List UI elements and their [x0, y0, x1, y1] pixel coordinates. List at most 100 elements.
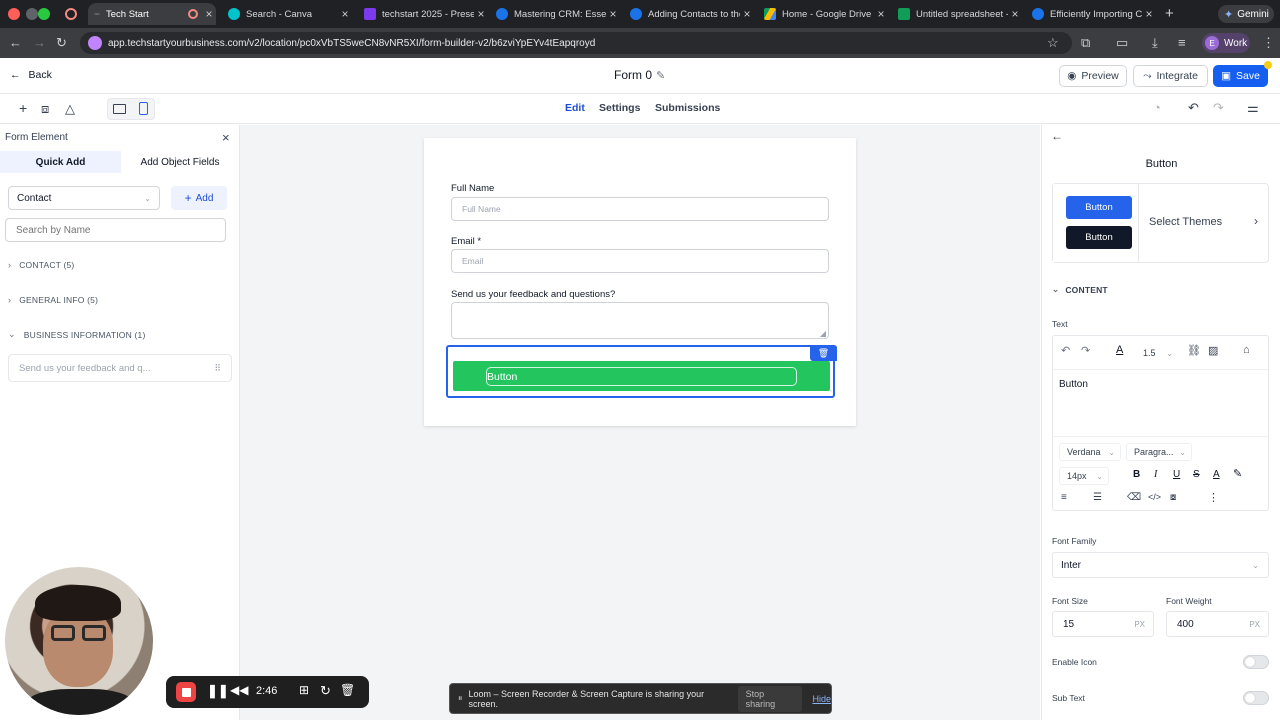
line-height-select[interactable]: 1.5 ⌄: [1137, 344, 1179, 362]
editor-text[interactable]: Button: [1059, 379, 1088, 390]
section-contact[interactable]: › CONTACT (5): [8, 260, 74, 270]
desktop-view-icon[interactable]: [113, 104, 126, 114]
link-icon[interactable]: ⛓: [1187, 346, 1201, 357]
minimize-window-button[interactable]: [26, 8, 38, 20]
close-icon[interactable]: ×: [222, 131, 230, 144]
align-left-icon[interactable]: ≡: [1061, 493, 1067, 503]
clear-format-icon[interactable]: ⌫: [1127, 493, 1141, 503]
drag-handle-icon[interactable]: ⏸: [458, 693, 463, 704]
browser-tab[interactable]: Tech Start ×: [88, 3, 216, 25]
object-select[interactable]: Contact ⌄: [8, 186, 160, 210]
browser-tab[interactable]: Home - Google Drive ×: [758, 3, 888, 25]
history-icon[interactable]: ◔: [1153, 101, 1161, 114]
font-weight-input[interactable]: 400 PX: [1166, 611, 1269, 637]
selected-button-block[interactable]: Button 🗑: [446, 345, 837, 398]
forward-arrow-icon[interactable]: →: [33, 36, 46, 49]
save-button[interactable]: ▣ Save: [1213, 65, 1268, 87]
button-text-editor[interactable]: Button: [486, 367, 797, 386]
email-input[interactable]: Email: [451, 249, 829, 273]
close-window-button[interactable]: [8, 8, 20, 20]
redo-icon[interactable]: ↷: [1081, 346, 1090, 357]
site-info-icon[interactable]: [88, 36, 102, 50]
mobile-view-icon[interactable]: [139, 102, 148, 115]
tab-close-icon[interactable]: ×: [606, 7, 620, 21]
settings-sliders-icon[interactable]: ⚌: [1247, 101, 1259, 114]
more-options-icon[interactable]: ⋮: [1208, 493, 1219, 504]
business-field-item[interactable]: Send us your feedback and q... ⠿: [8, 354, 232, 382]
tab-close-icon[interactable]: ×: [1008, 7, 1022, 21]
integrate-button[interactable]: ⤳ Integrate: [1133, 65, 1208, 87]
font-size-select[interactable]: 14px ⌄: [1059, 467, 1109, 485]
text-color-icon[interactable]: A: [1116, 345, 1123, 356]
font-family-select[interactable]: Inter ⌄: [1052, 552, 1269, 578]
stop-sharing-button[interactable]: Stop sharing: [737, 685, 803, 712]
edit-pencil-icon[interactable]: ✎: [656, 69, 665, 82]
full-name-input[interactable]: Full Name: [451, 197, 829, 221]
tab-close-icon[interactable]: ×: [1142, 7, 1156, 21]
cast-icon[interactable]: ▭: [1116, 36, 1128, 49]
highlight-pen-icon[interactable]: ✎: [1233, 469, 1242, 480]
enable-icon-toggle[interactable]: [1243, 655, 1269, 669]
italic-icon[interactable]: I: [1154, 470, 1157, 480]
grid-icon[interactable]: ⊞: [299, 684, 309, 696]
browser-tab[interactable]: Untitled spreadsheet - ×: [892, 3, 1022, 25]
maximize-window-button[interactable]: [38, 8, 50, 20]
tab-close-icon[interactable]: ×: [202, 7, 216, 21]
font-size-input[interactable]: 15 PX: [1052, 611, 1154, 637]
restart-icon[interactable]: ↻: [320, 684, 331, 697]
section-general-info[interactable]: › GENERAL INFO (5): [8, 295, 98, 305]
bold-icon[interactable]: B: [1133, 470, 1140, 480]
browser-tab[interactable]: Adding Contacts to the ×: [624, 3, 754, 25]
back-arrow-icon[interactable]: ←: [9, 36, 22, 49]
form-title[interactable]: Form 0 ✎: [614, 68, 665, 82]
back-arrow-icon[interactable]: ←: [1051, 130, 1063, 142]
media-icon[interactable]: ≡: [1178, 36, 1186, 49]
bullet-list-icon[interactable]: ☰: [1093, 493, 1102, 503]
tab-add-object-fields[interactable]: Add Object Fields: [121, 151, 239, 173]
browser-tab[interactable]: techstart 2025 - Prese ×: [358, 3, 488, 25]
section-business-information[interactable]: ⌄ BUSINESS INFORMATION (1): [8, 329, 146, 340]
underline-icon[interactable]: U: [1173, 470, 1180, 480]
gemini-button[interactable]: ✦ Gemini: [1218, 5, 1274, 23]
hide-button[interactable]: Hide: [812, 694, 831, 704]
tab-submissions[interactable]: Submissions: [655, 102, 720, 114]
url-field[interactable]: app.techstartyourbusiness.com/v2/locatio…: [80, 32, 1072, 54]
tab-close-icon[interactable]: ×: [874, 7, 888, 21]
embed-icon[interactable]: ⧇: [1170, 493, 1176, 503]
extensions-icon[interactable]: ⧉: [1081, 36, 1090, 49]
font-select[interactable]: Verdana ⌄: [1059, 443, 1121, 461]
download-icon[interactable]: ⤓: [1152, 36, 1158, 49]
tab-close-icon[interactable]: ×: [740, 7, 754, 21]
tab-settings[interactable]: Settings: [599, 102, 640, 114]
pause-icon[interactable]: ❚❚: [207, 684, 229, 697]
bookmark-star-icon[interactable]: ☆: [1047, 36, 1059, 49]
reload-icon[interactable]: ↻: [56, 36, 67, 49]
sub-text-toggle[interactable]: [1243, 691, 1269, 705]
new-tab-icon[interactable]: +: [1165, 6, 1174, 21]
trash-icon[interactable]: 🗑: [340, 684, 355, 696]
code-icon[interactable]: </>: [1148, 493, 1161, 502]
styles-icon[interactable]: △: [65, 102, 75, 115]
add-button[interactable]: + Add: [171, 186, 227, 210]
image-icon[interactable]: ▨: [1208, 346, 1218, 357]
font-color-icon[interactable]: A: [1213, 470, 1220, 480]
browser-tab[interactable]: Mastering CRM: Essen ×: [490, 3, 620, 25]
search-by-name-input[interactable]: [5, 218, 226, 242]
drag-handle-icon[interactable]: ⠿: [214, 363, 221, 374]
back-link[interactable]: ← Back: [10, 69, 52, 81]
tab-close-icon[interactable]: ×: [474, 7, 488, 21]
submit-button-preview[interactable]: Button: [453, 361, 830, 391]
rewind-icon[interactable]: ◀◀: [230, 684, 248, 696]
webcam-bubble[interactable]: [5, 567, 153, 715]
layers-icon[interactable]: ⧈: [41, 102, 49, 115]
content-section-toggle[interactable]: ⌄ CONTENT: [1052, 284, 1108, 295]
tab-close-icon[interactable]: ×: [338, 7, 352, 21]
preview-button[interactable]: ◉ Preview: [1059, 65, 1127, 87]
browser-menu-icon[interactable]: ⋮: [1262, 36, 1275, 49]
stop-recording-button[interactable]: [176, 682, 196, 702]
redo-icon[interactable]: ↷: [1213, 101, 1224, 114]
profile-button[interactable]: E Work: [1202, 33, 1250, 53]
undo-icon[interactable]: ↶: [1188, 101, 1199, 114]
tab-edit[interactable]: Edit: [565, 102, 585, 114]
block-type-select[interactable]: Paragra... ⌄: [1126, 443, 1192, 461]
